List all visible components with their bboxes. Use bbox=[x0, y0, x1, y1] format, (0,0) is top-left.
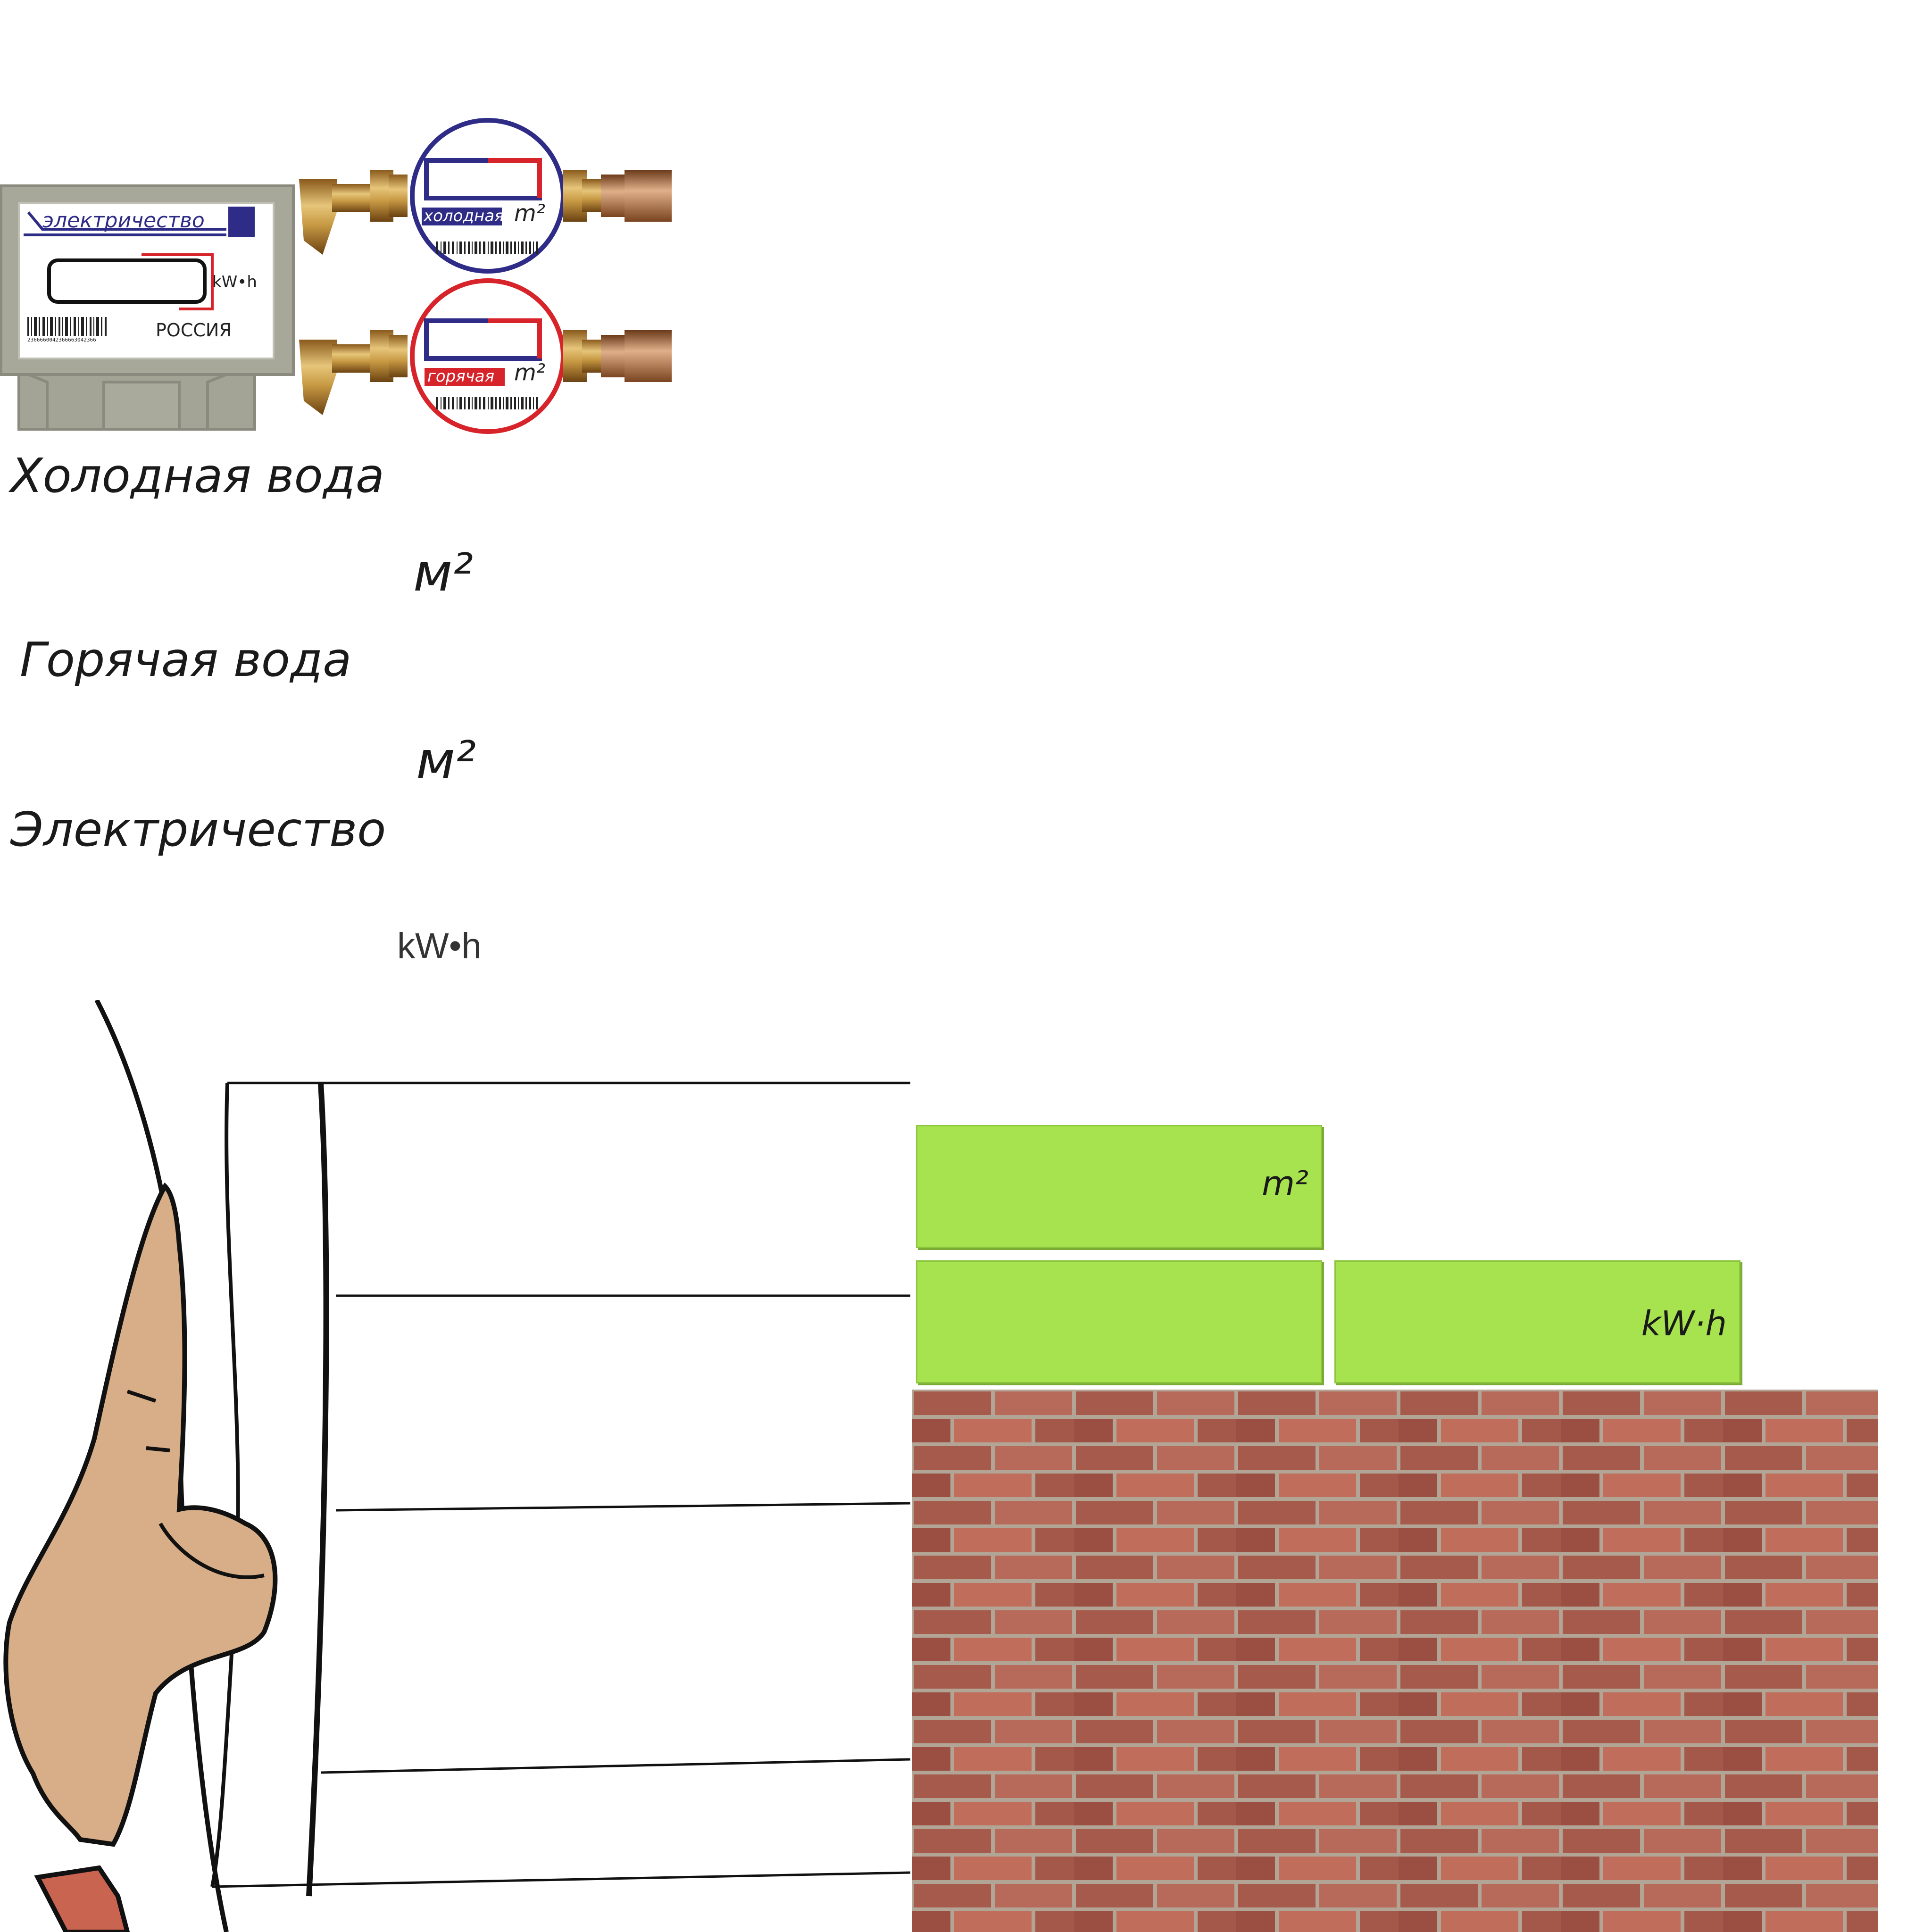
hand-holding-sheet bbox=[3, 1000, 911, 1932]
hot-water-title: Горячая вода bbox=[20, 632, 352, 687]
panel-cold-reading: m² bbox=[916, 1125, 1322, 1248]
cold-meter-label: холодная bbox=[424, 207, 504, 225]
hot-water-unit: м² bbox=[416, 730, 476, 791]
hot-water-meter bbox=[299, 278, 672, 434]
electric-meter-unit: kW•h bbox=[212, 273, 257, 291]
electricity-title: Электричество bbox=[10, 802, 386, 857]
cold-water-title: Холодная вода bbox=[10, 448, 385, 503]
brick-wall bbox=[912, 1390, 1878, 1932]
electric-meter-country: РОССИЯ bbox=[156, 320, 232, 341]
panel-hot-reading bbox=[916, 1260, 1322, 1383]
hot-meter-label: горячая bbox=[427, 367, 495, 386]
panel-right-unit: kW·h bbox=[1641, 1304, 1727, 1343]
cold-water-meter bbox=[299, 118, 672, 274]
electric-meter-brand: электричество bbox=[42, 208, 205, 233]
panel-electric-reading: kW·h bbox=[1334, 1260, 1740, 1383]
cold-meter-unit: m² bbox=[514, 200, 545, 226]
cold-water-unit: м² bbox=[413, 542, 474, 603]
hot-meter-unit: m² bbox=[514, 359, 545, 386]
panel-top-unit: m² bbox=[1262, 1164, 1308, 1203]
electricity-unit: kW•h bbox=[397, 926, 482, 966]
electric-meter-barcode-number: 2366660042366663042366 bbox=[27, 337, 96, 343]
